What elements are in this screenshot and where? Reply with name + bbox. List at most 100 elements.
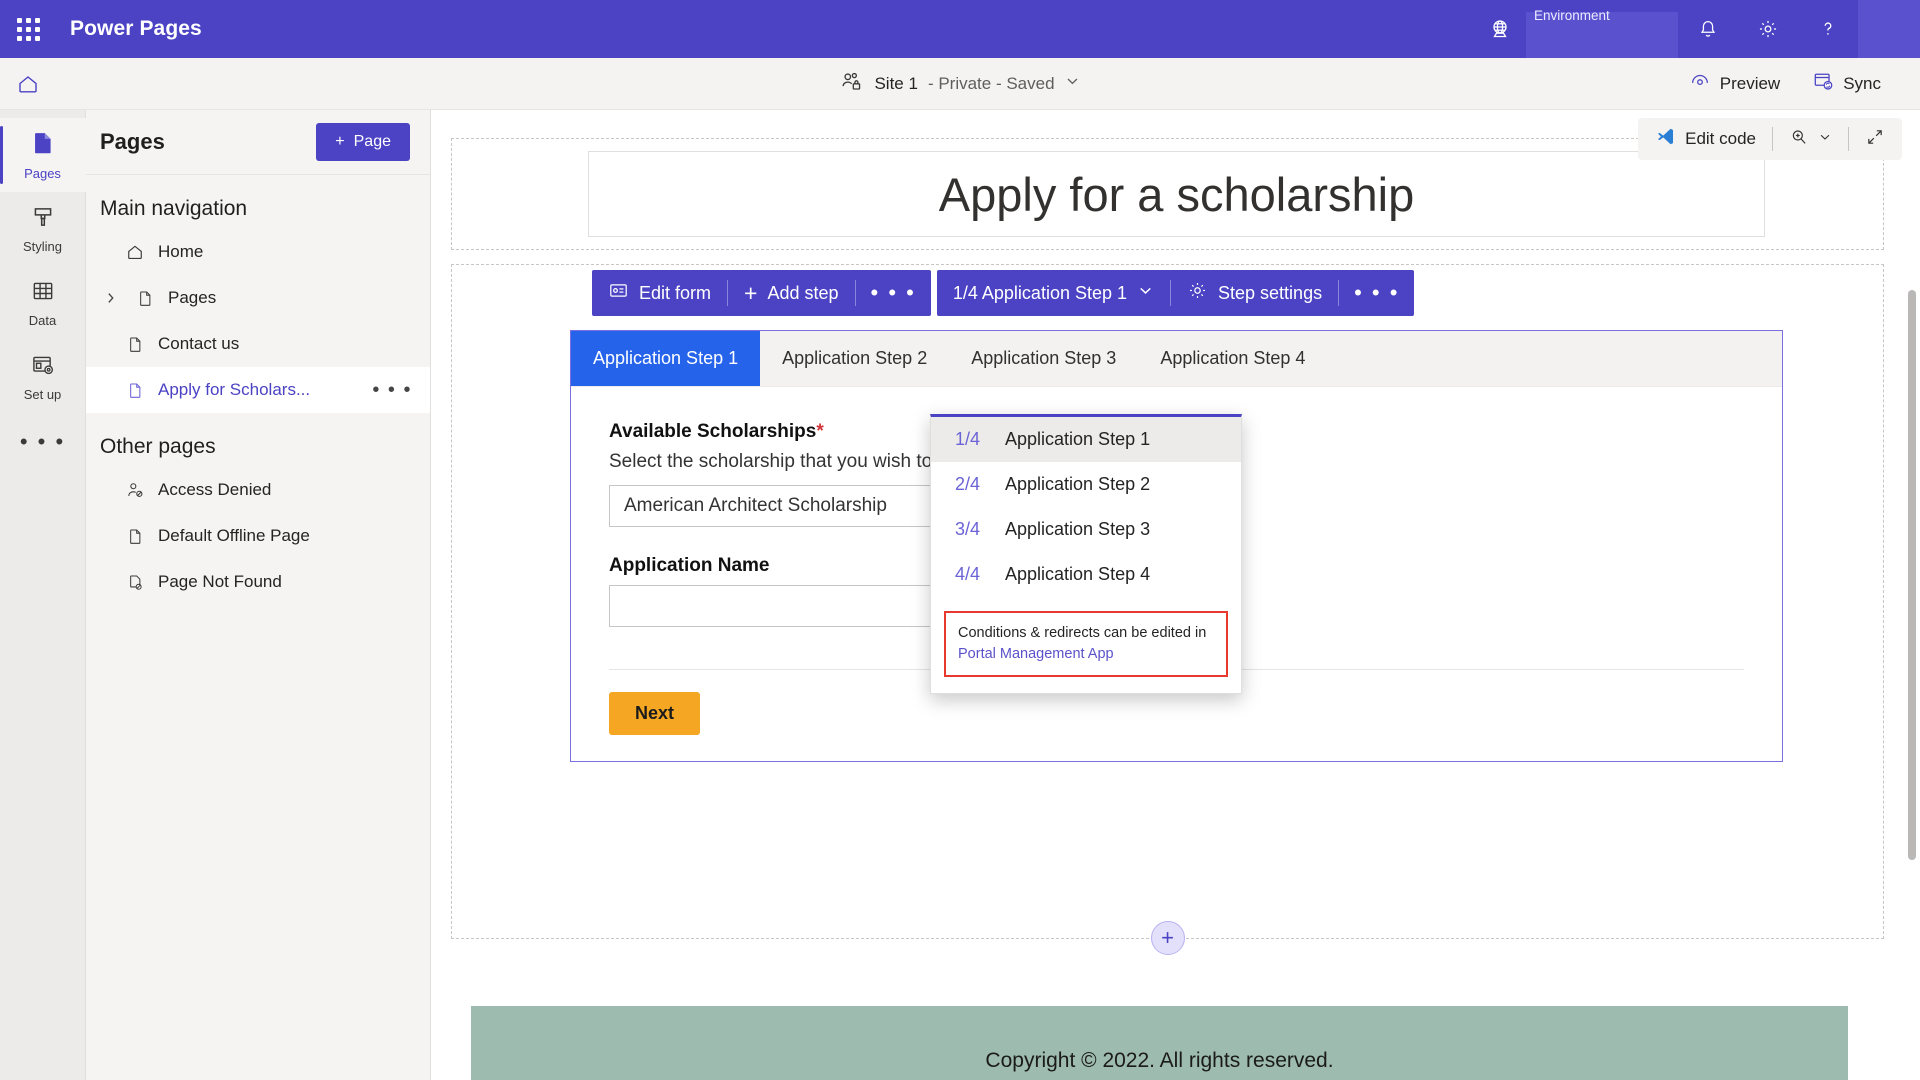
nav-item-overflow-button[interactable]: • • • <box>372 379 412 402</box>
vscode-icon <box>1655 126 1676 152</box>
step-menu-note-wrapper: Conditions & redirects can be edited in … <box>931 597 1241 693</box>
expand-diagonal-icon <box>1865 127 1885 152</box>
nav-item-pages[interactable]: Pages <box>86 275 430 321</box>
site-name: Site 1 <box>874 73 918 93</box>
chevron-down-icon <box>1818 129 1832 149</box>
user-avatar[interactable] <box>1858 0 1920 58</box>
file-icon <box>122 527 148 546</box>
sidebar-item-label: Set up <box>23 387 62 402</box>
zoom-control[interactable] <box>1778 121 1843 158</box>
main-navigation-title: Main navigation <box>100 197 248 220</box>
tab-application-step-1[interactable]: Application Step 1 <box>571 331 761 386</box>
step-menu-item-4[interactable]: 4/4 Application Step 4 <box>931 552 1241 597</box>
step-menu-item-1[interactable]: 1/4 Application Step 1 <box>931 417 1241 462</box>
other-pages-title: Other pages <box>100 435 216 458</box>
environment-picker[interactable]: Environment <box>1474 0 1678 58</box>
add-section-button[interactable]: + <box>1150 921 1185 955</box>
chevron-down-icon <box>1137 282 1154 304</box>
sidebar-more-button[interactable]: • • • <box>0 414 86 470</box>
home-outline-icon <box>122 242 148 262</box>
step-menu-item-2[interactable]: 2/4 Application Step 2 <box>931 462 1241 507</box>
step-number: 2/4 <box>955 474 981 494</box>
step-selector-label: 1/4 Application Step 1 <box>952 282 1128 303</box>
sync-icon <box>1812 70 1834 97</box>
conditions-redirects-note: Conditions & redirects can be edited in … <box>944 611 1228 678</box>
form-step-tabs: Application Step 1 Application Step 2 Ap… <box>571 331 1782 387</box>
toolbar-divider <box>1772 127 1773 151</box>
add-page-button[interactable]: + Page <box>316 123 410 161</box>
suite-header-bar: Power Pages Environment <box>0 0 1920 58</box>
step-number: 3/4 <box>955 519 981 539</box>
canvas-section-footer[interactable]: Copyright © 2022. All rights reserved. <box>471 1006 1848 1080</box>
sidebar-item-label: Pages <box>24 166 61 181</box>
tab-application-step-4[interactable]: Application Step 4 <box>1138 331 1327 386</box>
form-overflow-button[interactable]: • • • <box>856 270 931 316</box>
step-settings-button[interactable]: Step settings <box>1171 270 1338 316</box>
nav-item-page-not-found[interactable]: Page Not Found <box>86 559 430 605</box>
nav-item-apply-for-scholarship[interactable]: Apply for Scholars... • • • <box>86 367 430 413</box>
step-menu-item-label: Application Step 4 <box>1005 564 1151 584</box>
tab-application-step-3[interactable]: Application Step 3 <box>949 331 1138 386</box>
footer-copyright: Copyright © 2022. All rights reserved. <box>985 1049 1334 1072</box>
file-icon <box>122 381 148 400</box>
nav-item-label: Apply for Scholars... <box>158 380 311 399</box>
step-menu-item-3[interactable]: 3/4 Application Step 3 <box>931 507 1241 552</box>
step-number: 4/4 <box>955 564 981 584</box>
field-label-text: Available Scholarships <box>609 421 817 442</box>
home-icon[interactable] <box>0 58 56 110</box>
hero-title: Apply for a scholarship <box>938 167 1415 221</box>
step-number: 1/4 <box>955 429 981 449</box>
portal-management-app-link[interactable]: Portal Management App <box>958 644 1214 665</box>
step-menu-item-label: Application Step 3 <box>1005 519 1151 539</box>
nav-item-label: Access Denied <box>158 480 272 499</box>
preview-button[interactable]: Preview <box>1676 63 1793 104</box>
next-button[interactable]: Next <box>609 692 701 735</box>
step-selector-dropdown: 1/4 Application Step 1 2/4 Application S… <box>930 414 1242 695</box>
site-command-bar: Site 1 - Private - Saved Preview Sync <box>0 58 1920 110</box>
hero-title-box[interactable]: Apply for a scholarship <box>588 151 1765 237</box>
nav-item-label: Default Offline Page <box>158 526 310 545</box>
nav-item-access-denied[interactable]: Access Denied <box>86 467 430 513</box>
edit-code-button[interactable]: Edit code <box>1644 120 1767 158</box>
sidebar-item-label: Data <box>28 313 57 328</box>
sidebar-item-setup[interactable]: Set up <box>0 340 86 414</box>
step-selector-button[interactable]: 1/4 Application Step 1 <box>937 270 1170 316</box>
required-asterisk: * <box>816 421 824 442</box>
nav-item-contact-us[interactable]: Contact us <box>86 321 430 367</box>
nav-item-label: Page Not Found <box>158 572 282 591</box>
chevron-right-icon[interactable] <box>100 291 122 305</box>
app-launcher-icon[interactable] <box>0 0 56 58</box>
nav-item-default-offline-page[interactable]: Default Offline Page <box>86 513 430 559</box>
edit-form-button[interactable]: Edit form <box>592 270 727 316</box>
zoom-in-icon <box>1789 127 1809 152</box>
step-menu-item-label: Application Step 1 <box>1005 429 1151 449</box>
toolbar-divider <box>1848 127 1849 151</box>
command-bar-actions: Preview Sync <box>1676 63 1920 104</box>
plus-icon: + <box>335 133 345 150</box>
site-status-chip[interactable]: Site 1 - Private - Saved <box>831 65 1088 103</box>
chevron-down-icon <box>1065 73 1081 94</box>
gear-icon[interactable] <box>1738 0 1798 58</box>
sidebar-item-pages[interactable]: Pages <box>0 118 86 192</box>
question-mark-icon[interactable] <box>1798 0 1858 58</box>
edit-form-label: Edit form <box>639 282 712 303</box>
step-settings-label: Step settings <box>1218 282 1323 303</box>
add-step-button[interactable]: + Add step <box>728 270 855 316</box>
edit-code-label: Edit code <box>1685 129 1756 148</box>
add-step-label: Add step <box>767 282 839 303</box>
sync-button[interactable]: Sync <box>1799 63 1894 104</box>
tab-application-step-2[interactable]: Application Step 2 <box>760 331 949 386</box>
bell-icon[interactable] <box>1678 0 1738 58</box>
nav-item-home[interactable]: Home <box>86 229 430 275</box>
left-nav-rail: Pages Styling Data Set up • • • <box>0 110 86 1080</box>
sidebar-item-styling[interactable]: Styling <box>0 192 86 266</box>
table-grid-icon <box>30 278 56 309</box>
edit-form-icon <box>608 280 629 306</box>
sidebar-item-data[interactable]: Data <box>0 266 86 340</box>
expand-button[interactable] <box>1854 121 1896 158</box>
canvas-vertical-scrollbar[interactable] <box>1908 290 1916 860</box>
sync-label: Sync <box>1843 73 1881 93</box>
page-title: Pages <box>100 129 165 154</box>
step-overflow-button[interactable]: • • • <box>1339 270 1414 316</box>
environment-globe-icon <box>1488 0 1512 58</box>
